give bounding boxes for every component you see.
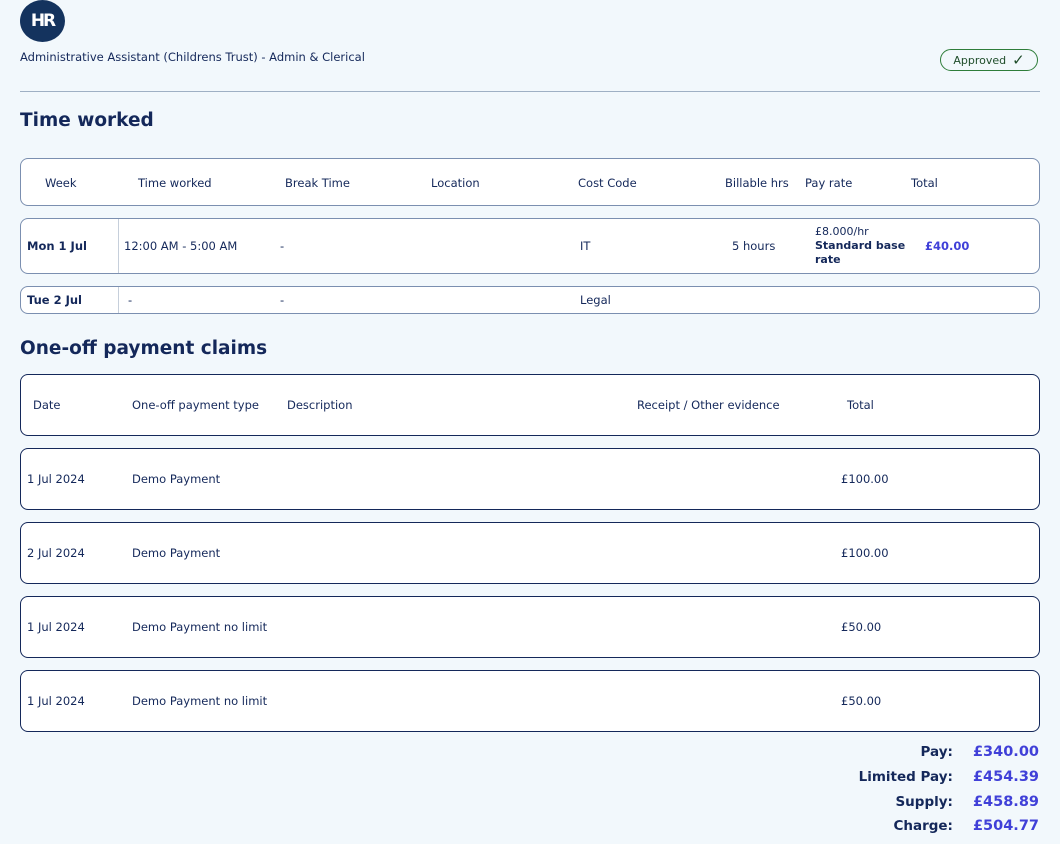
status-label: Approved	[953, 53, 1007, 67]
header-cost-code: Cost Code	[578, 176, 637, 190]
supply-value: £458.89	[972, 794, 1039, 810]
header-time-worked: Time worked	[138, 176, 212, 190]
header-week: Week	[45, 176, 77, 190]
pay-rate-name-cont: rate	[815, 253, 841, 266]
row-time-worked: 12:00 AM - 5:00 AM	[124, 239, 238, 253]
header-divider	[20, 91, 1040, 92]
pay-label: Pay:	[920, 744, 953, 760]
limited-pay-total: Limited Pay: £454.39	[859, 769, 1039, 785]
header-break-time: Break Time	[285, 176, 350, 190]
table-row[interactable]: Tue 2 Jul - - Legal	[20, 286, 1040, 314]
check-icon: ✓	[1012, 50, 1025, 69]
header-location: Location	[431, 176, 480, 190]
logo-text: HR	[30, 11, 56, 31]
header-total: Total	[847, 398, 874, 412]
header-receipt: Receipt / Other evidence	[637, 398, 780, 412]
header-payment-type: One-off payment type	[132, 398, 259, 412]
table-row[interactable]: 1 Jul 2024 Demo Payment no limit £50.00	[20, 596, 1040, 658]
table-row[interactable]: 1 Jul 2024 Demo Payment no limit £50.00	[20, 670, 1040, 732]
row-total: £50.00	[841, 620, 882, 634]
row-total: £100.00	[841, 546, 889, 560]
table-row[interactable]: 2 Jul 2024 Demo Payment £100.00	[20, 522, 1040, 584]
row-break-time: -	[280, 293, 285, 307]
company-logo: HR	[20, 0, 65, 42]
row-separator	[118, 219, 119, 273]
supply-label: Supply:	[895, 794, 953, 810]
row-time-worked: -	[128, 293, 133, 307]
row-break-time: -	[280, 239, 285, 253]
limited-pay-label: Limited Pay:	[858, 769, 953, 785]
charge-total: Charge: £504.77	[893, 818, 1039, 834]
status-badge: Approved ✓	[940, 49, 1038, 71]
header-billable-hrs: Billable hrs	[725, 176, 789, 190]
row-separator	[118, 287, 119, 313]
header-description: Description	[287, 398, 353, 412]
row-date: 1 Jul 2024	[27, 620, 85, 634]
header-date: Date	[33, 398, 61, 412]
row-payment-type: Demo Payment no limit	[132, 620, 268, 634]
time-table-header: Week Time worked Break Time Location Cos…	[20, 158, 1040, 206]
pay-rate-name: Standard base	[815, 239, 906, 252]
row-billable-hrs: 5 hours	[732, 239, 776, 253]
row-cost-code: Legal	[580, 293, 611, 307]
time-worked-title: Time worked	[20, 110, 154, 131]
charge-value: £504.77	[972, 818, 1039, 834]
header-pay-rate: Pay rate	[805, 176, 853, 190]
row-week: Mon 1 Jul	[27, 239, 87, 253]
payment-claims-title: One-off payment claims	[20, 338, 268, 359]
job-title: Administrative Assistant (Childrens Trus…	[20, 50, 365, 64]
table-row[interactable]: 1 Jul 2024 Demo Payment £100.00	[20, 448, 1040, 510]
pay-value: £340.00	[972, 744, 1039, 760]
supply-total: Supply: £458.89	[895, 794, 1039, 810]
row-payment-type: Demo Payment	[132, 546, 221, 560]
row-total: £40.00	[925, 239, 970, 253]
row-week: Tue 2 Jul	[27, 293, 82, 307]
row-total: £50.00	[841, 694, 882, 708]
row-payment-type: Demo Payment no limit	[132, 694, 268, 708]
row-date: 1 Jul 2024	[27, 472, 85, 486]
payments-table-header: Date One-off payment type Description Re…	[20, 374, 1040, 436]
row-date: 1 Jul 2024	[27, 694, 85, 708]
pay-total: Pay: £340.00	[921, 744, 1039, 760]
row-payment-type: Demo Payment	[132, 472, 221, 486]
row-cost-code: IT	[580, 239, 591, 253]
pay-rate-value: £8.000/hr	[815, 225, 869, 238]
limited-pay-value: £454.39	[972, 769, 1039, 785]
header-total: Total	[911, 176, 938, 190]
row-date: 2 Jul 2024	[27, 546, 85, 560]
charge-label: Charge:	[893, 818, 953, 834]
row-pay-rate: £8.000/hr Standard base rate	[815, 225, 905, 267]
table-row[interactable]: Mon 1 Jul 12:00 AM - 5:00 AM - IT 5 hour…	[20, 218, 1040, 274]
row-total: £100.00	[841, 472, 889, 486]
